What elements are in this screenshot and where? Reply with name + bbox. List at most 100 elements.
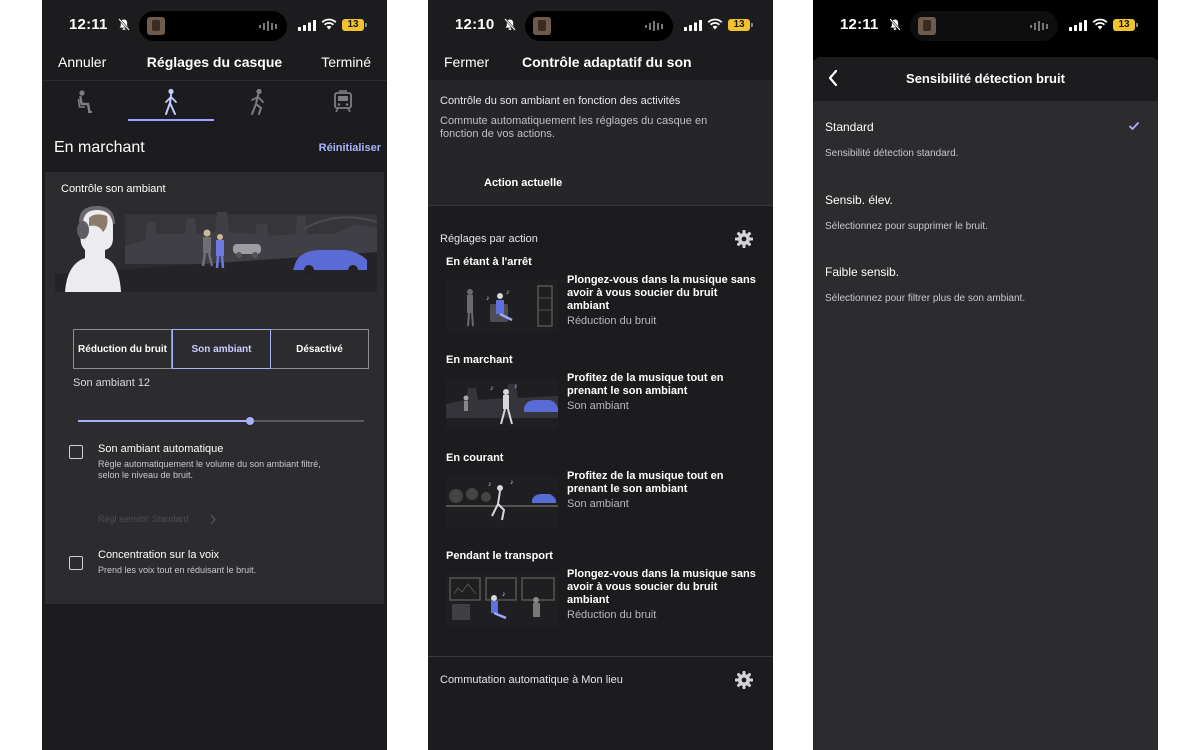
action-desc-running: Profitez de la musique tout en prenant l… bbox=[567, 470, 724, 495]
gear-icon[interactable] bbox=[735, 230, 753, 248]
sheet-header: Sensibilité détection bruit bbox=[813, 57, 1158, 101]
action-mode-transport: Réduction du bruit bbox=[567, 609, 657, 621]
walking-illustration: ♪ ♪ bbox=[446, 378, 558, 430]
option-low-desc: Sélectionnez pour filtrer plus de son am… bbox=[825, 293, 1026, 304]
action-title-stationary: En étant à l'arrêt bbox=[446, 256, 532, 268]
close-button[interactable]: Fermer bbox=[444, 54, 489, 70]
nav-bar: Fermer Contrôle adaptatif du son bbox=[428, 50, 773, 78]
ambient-control-card: Contrôle son ambiant Réduction du bruit … bbox=[45, 172, 384, 604]
ambient-level-slider[interactable] bbox=[78, 417, 364, 425]
svg-text:♪: ♪ bbox=[514, 383, 518, 390]
ambient-level-label: Son ambiant 12 bbox=[73, 377, 151, 389]
status-time: 12:10 bbox=[455, 16, 495, 33]
dynamic-island bbox=[139, 11, 287, 41]
audio-wave-icon bbox=[259, 21, 277, 31]
slider-thumb[interactable] bbox=[245, 417, 254, 425]
audio-wave-icon bbox=[645, 21, 663, 31]
action-title-running: En courant bbox=[446, 452, 504, 464]
reset-button[interactable]: Réinitialiser bbox=[319, 142, 381, 154]
page-title: Contrôle adaptatif du son bbox=[522, 54, 692, 70]
dynamic-island bbox=[910, 11, 1058, 41]
svg-text:♪: ♪ bbox=[488, 481, 492, 488]
action-mode-walking: Son ambiant bbox=[567, 400, 629, 412]
audio-wave-icon bbox=[1030, 21, 1048, 31]
option-high[interactable]: Sensib. élev. bbox=[825, 193, 893, 207]
auto-ambient-desc-line2: selon le niveau de bruit. bbox=[98, 470, 194, 480]
option-standard-desc: Sensibilité détection standard. bbox=[825, 148, 959, 159]
transport-illustration: ♪ bbox=[446, 574, 558, 626]
checkmark-icon bbox=[1128, 121, 1140, 131]
divider bbox=[428, 205, 773, 206]
adaptive-control-screen: 12:10 13 Fermer Contrôle adaptatif du so… bbox=[428, 0, 773, 750]
voice-focus-desc: Prend les voix tout en réduisant le brui… bbox=[98, 565, 257, 575]
battery-indicator: 13 bbox=[1113, 19, 1138, 31]
status-bar: 12:11 13 bbox=[42, 0, 387, 50]
gear-icon[interactable] bbox=[735, 671, 753, 689]
action-title-transport: Pendant le transport bbox=[446, 550, 553, 562]
divider bbox=[428, 656, 773, 657]
action-mode-stationary: Réduction du bruit bbox=[567, 315, 657, 327]
running-icon bbox=[251, 88, 264, 115]
auto-ambient-desc-line1: Règle automatiquement le volume du son a… bbox=[98, 459, 321, 469]
current-action-button[interactable]: Action actuelle bbox=[484, 177, 562, 189]
album-art-icon bbox=[918, 17, 936, 35]
section-title: En marchant bbox=[54, 139, 145, 156]
sensitivity-link: Régl sensibl: Standard bbox=[98, 514, 189, 524]
action-desc-walking: Profitez de la musique tout en prenant l… bbox=[567, 372, 724, 397]
auto-location-label[interactable]: Commutation automatique à Mon lieu bbox=[440, 674, 623, 686]
battery-indicator: 13 bbox=[728, 19, 753, 31]
action-desc-stationary: Plongez-vous dans la musique sans avoir … bbox=[567, 274, 756, 312]
segment-off[interactable]: Désactivé bbox=[271, 330, 368, 368]
silent-bell-icon bbox=[889, 18, 901, 31]
silent-bell-icon bbox=[118, 18, 130, 31]
battery-indicator: 13 bbox=[342, 19, 367, 31]
walking-icon bbox=[165, 88, 177, 115]
svg-text:♪: ♪ bbox=[510, 479, 514, 486]
intro-section: Contrôle du son ambiant en fonction des … bbox=[428, 80, 773, 205]
cell-signal-icon bbox=[298, 20, 316, 31]
voice-focus-checkbox[interactable] bbox=[69, 556, 83, 570]
option-standard[interactable]: Standard bbox=[825, 120, 874, 134]
status-bar: 12:10 13 bbox=[428, 0, 773, 50]
stationary-illustration: ♪♪ bbox=[446, 280, 558, 332]
action-mode-running: Son ambiant bbox=[567, 498, 629, 510]
voice-focus-title: Concentration sur la voix bbox=[98, 549, 220, 561]
sitting-icon bbox=[77, 90, 92, 114]
auto-ambient-title: Son ambiant automatique bbox=[98, 443, 224, 455]
tab-running[interactable] bbox=[214, 81, 300, 123]
cell-signal-icon bbox=[684, 20, 702, 31]
wifi-icon bbox=[707, 18, 723, 30]
option-high-desc: Sélectionnez pour supprimer le bruit. bbox=[825, 221, 988, 232]
option-low[interactable]: Faible sensib. bbox=[825, 265, 899, 279]
train-icon bbox=[334, 90, 352, 113]
action-title-walking: En marchant bbox=[446, 354, 513, 366]
album-art-icon bbox=[533, 17, 551, 35]
tab-transport[interactable] bbox=[300, 81, 386, 123]
walking-scene-illustration bbox=[55, 206, 377, 292]
status-time: 12:11 bbox=[840, 16, 879, 33]
status-bar: 12:11 13 bbox=[813, 0, 1158, 50]
segment-noise-cancel[interactable]: Réduction du bruit bbox=[74, 330, 172, 368]
running-illustration: ♪ ♪ bbox=[446, 476, 558, 528]
card-title: Contrôle son ambiant bbox=[61, 183, 166, 195]
sensitivity-sheet: Sensibilité détection bruit Standard Sen… bbox=[813, 57, 1158, 750]
slider-fill bbox=[78, 420, 250, 422]
wifi-icon bbox=[321, 18, 337, 30]
svg-text:♪: ♪ bbox=[506, 289, 510, 296]
headset-settings-screen: 12:11 13 Annuler Réglages du casque Term… bbox=[42, 0, 387, 750]
action-desc-transport: Plongez-vous dans la musique sans avoir … bbox=[567, 568, 756, 606]
cell-signal-icon bbox=[1069, 20, 1087, 31]
tab-sitting[interactable] bbox=[42, 81, 128, 123]
done-button[interactable]: Terminé bbox=[321, 54, 371, 70]
segment-ambient-sound[interactable]: Son ambiant bbox=[172, 329, 271, 369]
tab-walking[interactable] bbox=[128, 81, 214, 123]
wifi-icon bbox=[1092, 18, 1108, 30]
svg-text:♪: ♪ bbox=[490, 385, 494, 392]
mode-segmented-control: Réduction du bruit Son ambiant Désactivé bbox=[73, 329, 369, 369]
sensitivity-screen: 12:11 13 Sensibilité détection bruit Sta… bbox=[813, 0, 1158, 750]
svg-text:♪: ♪ bbox=[502, 591, 506, 598]
auto-ambient-checkbox[interactable] bbox=[69, 445, 83, 459]
per-action-title: Réglages par action bbox=[440, 233, 538, 245]
intro-title: Contrôle du son ambiant en fonction des … bbox=[440, 95, 681, 107]
dynamic-island bbox=[525, 11, 673, 41]
